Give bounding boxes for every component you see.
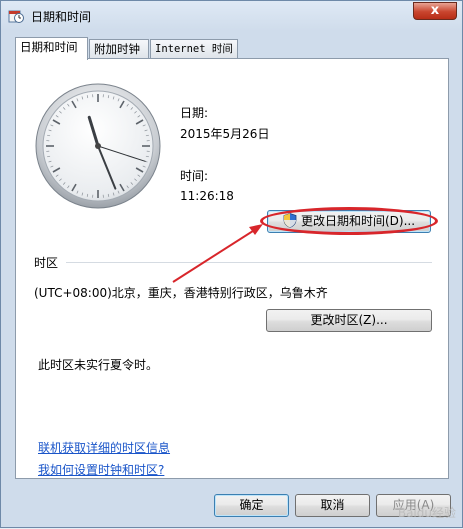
annotation-arrow [1,1,463,529]
cancel-button[interactable]: 取消 [295,494,370,517]
ok-button[interactable]: 确定 [214,494,289,517]
watermark: Baidu经验 [398,504,456,521]
tab-date-time[interactable]: 日期和时间 [15,37,88,60]
date-time-dialog: 日期和时间 x 日期和时间 附加时钟 Internet 时间 [0,0,463,528]
